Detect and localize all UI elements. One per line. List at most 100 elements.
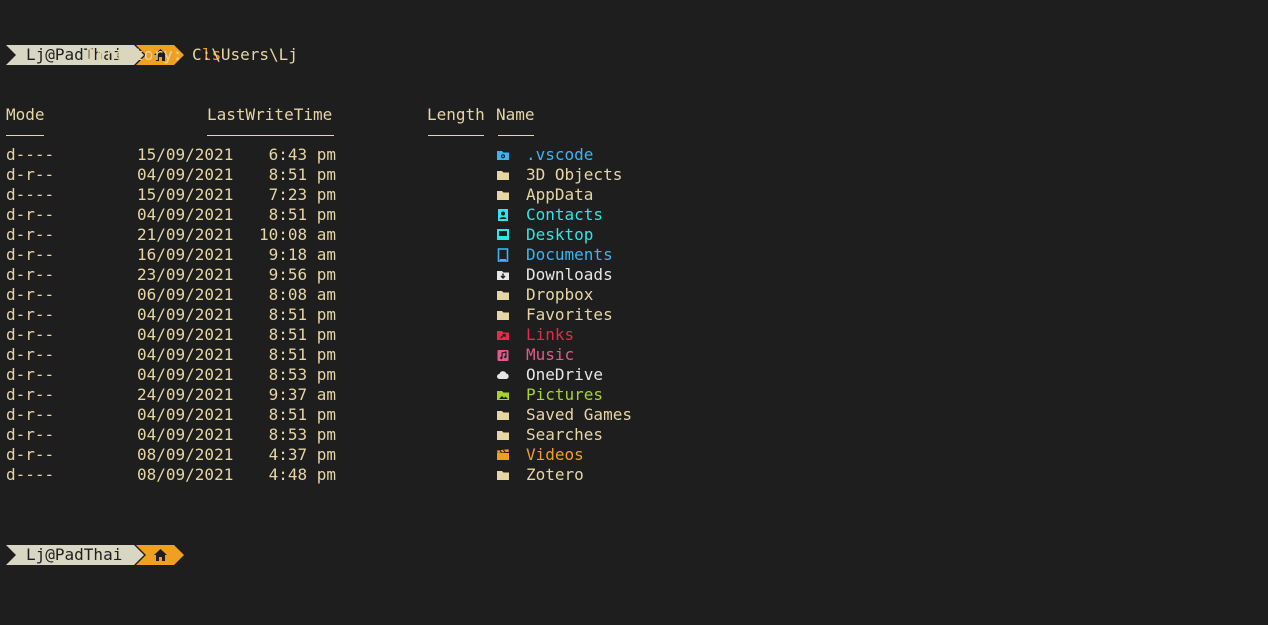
- header-underline-name: [498, 135, 534, 136]
- row-name: Desktop: [526, 225, 594, 244]
- row-name: Contacts: [526, 205, 604, 224]
- row-date: 24/09/2021: [137, 385, 234, 404]
- row-time: 8:51 pm: [268, 205, 336, 224]
- table-row: d-r-- 04/09/2021 8:51 pm Favorites: [0, 305, 1268, 325]
- row-time: 8:51 pm: [268, 345, 336, 364]
- row-name: OneDrive: [526, 365, 604, 384]
- table-row: d-r-- 24/09/2021 9:37 am Pictures: [0, 385, 1268, 405]
- row-name: AppData: [526, 185, 594, 204]
- documents-icon: [496, 247, 510, 263]
- row-date: 04/09/2021: [137, 205, 234, 224]
- row-date: 04/09/2021: [137, 305, 234, 324]
- directory-label: Directory: C:\Users\Lj: [86, 45, 298, 64]
- row-time: 8:53 pm: [268, 425, 336, 444]
- row-time: 8:51 pm: [268, 405, 336, 424]
- header-underline-length: [428, 135, 484, 136]
- table-row: d-r-- 08/09/2021 4:37 pm Videos: [0, 445, 1268, 465]
- row-mode: d-r--: [6, 265, 55, 284]
- table-row: d-r-- 04/09/2021 8:51 pm Saved Games: [0, 405, 1268, 425]
- row-mode: d-r--: [6, 365, 55, 384]
- header-underline-mode: [6, 135, 44, 136]
- row-time: 8:53 pm: [268, 365, 336, 384]
- row-mode: d-r--: [6, 225, 55, 244]
- table-row: d-r-- 04/09/2021 8:53 pm OneDrive: [0, 365, 1268, 385]
- row-mode: d----: [6, 145, 55, 164]
- row-date: 15/09/2021: [137, 145, 234, 164]
- table-row: d---- 15/09/2021 7:23 pm AppData: [0, 185, 1268, 205]
- table-row: d-r-- 04/09/2021 8:53 pm Searches: [0, 425, 1268, 445]
- folder-icon: [496, 427, 510, 443]
- table-row: d-r-- 16/09/2021 9:18 am Documents: [0, 245, 1268, 265]
- row-time: 10:08 am: [258, 225, 336, 244]
- row-date: 08/09/2021: [137, 445, 234, 464]
- row-mode: d-r--: [6, 385, 55, 404]
- table-row: d-r-- 23/09/2021 9:56 pm Downloads: [0, 265, 1268, 285]
- table-row: d-r-- 04/09/2021 8:51 pm Music: [0, 345, 1268, 365]
- row-time: 6:43 pm: [268, 145, 336, 164]
- row-date: 04/09/2021: [137, 405, 234, 424]
- row-name: Saved Games: [526, 405, 632, 424]
- row-time: 8:51 pm: [268, 305, 336, 324]
- row-mode: d-r--: [6, 245, 55, 264]
- row-time: 9:37 am: [268, 385, 336, 404]
- row-time: 9:56 pm: [268, 265, 336, 284]
- row-date: 04/09/2021: [137, 425, 234, 444]
- table-row: d-r-- 04/09/2021 8:51 pm Links: [0, 325, 1268, 345]
- header-mode: Mode: [6, 105, 45, 124]
- prompt-line: Lj@PadThai ls: [0, 5, 221, 65]
- row-time: 8:51 pm: [268, 325, 336, 344]
- row-name: .vscode: [526, 145, 594, 164]
- contacts-icon: [496, 207, 510, 223]
- row-date: 04/09/2021: [137, 345, 234, 364]
- header-lastwritetime: LastWriteTime: [207, 105, 333, 124]
- row-mode: d-r--: [6, 325, 55, 344]
- row-name: Favorites: [526, 305, 613, 324]
- videos-icon: [496, 447, 510, 463]
- header-name: Name: [496, 105, 535, 124]
- row-mode: d-r--: [6, 345, 55, 364]
- row-mode: d-r--: [6, 205, 55, 224]
- vscode-folder-icon: [496, 147, 510, 163]
- desktop-icon: [496, 227, 510, 243]
- row-name: Pictures: [526, 385, 604, 404]
- row-date: 04/09/2021: [137, 325, 234, 344]
- table-row: d-r-- 06/09/2021 8:08 am Dropbox: [0, 285, 1268, 305]
- row-mode: d----: [6, 185, 55, 204]
- folder-icon: [496, 167, 510, 183]
- row-date: 06/09/2021: [137, 285, 234, 304]
- row-name: Videos: [526, 445, 584, 464]
- row-mode: d-r--: [6, 445, 55, 464]
- folder-icon: [496, 187, 510, 203]
- row-date: 04/09/2021: [137, 165, 234, 184]
- row-time: 4:37 pm: [268, 445, 336, 464]
- header-length: Length: [427, 105, 485, 124]
- row-mode: d----: [6, 465, 55, 484]
- header-underline-lastwritetime: [207, 135, 334, 136]
- table-row: d---- 08/09/2021 4:48 pm Zotero: [0, 465, 1268, 485]
- row-name: Links: [526, 325, 575, 344]
- cloud-icon: [496, 367, 510, 383]
- folder-icon: [496, 407, 510, 423]
- row-name: Music: [526, 345, 575, 364]
- row-time: 9:18 am: [268, 245, 336, 264]
- folder-icon: [496, 467, 510, 483]
- music-icon: [496, 347, 510, 363]
- row-date: 23/09/2021: [137, 265, 234, 284]
- row-name: 3D Objects: [526, 165, 623, 184]
- row-date: 15/09/2021: [137, 185, 234, 204]
- row-mode: d-r--: [6, 285, 55, 304]
- row-date: 21/09/2021: [137, 225, 234, 244]
- row-date: 08/09/2021: [137, 465, 234, 484]
- row-name: Documents: [526, 245, 613, 264]
- row-name: Dropbox: [526, 285, 594, 304]
- row-time: 8:51 pm: [268, 165, 336, 184]
- pictures-icon: [496, 387, 510, 403]
- row-mode: d-r--: [6, 405, 55, 424]
- row-name: Zotero: [526, 465, 584, 484]
- row-mode: d-r--: [6, 305, 55, 324]
- prompt-user-segment: Lj@PadThai: [6, 545, 144, 565]
- downloads-icon: [496, 267, 510, 283]
- row-time: 8:08 am: [268, 285, 336, 304]
- row-mode: d-r--: [6, 425, 55, 444]
- prompt: Lj@PadThai ls: [6, 45, 221, 65]
